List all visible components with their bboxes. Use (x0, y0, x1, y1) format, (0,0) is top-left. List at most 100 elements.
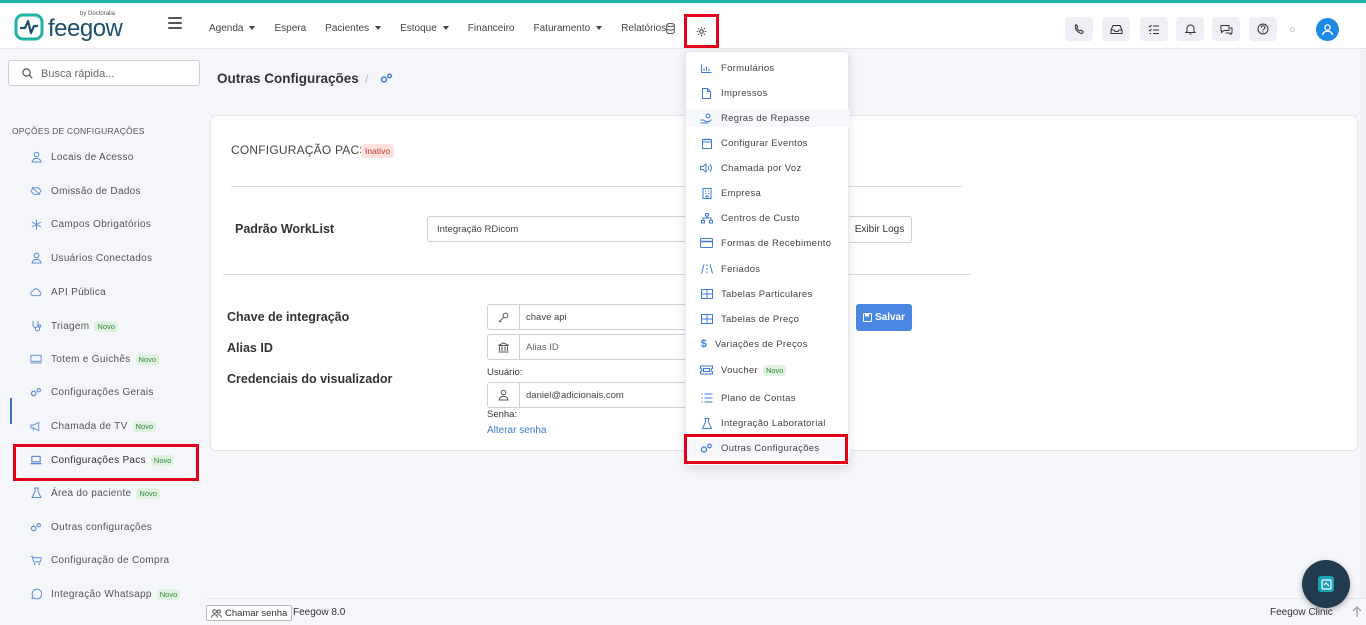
chat-button[interactable] (1212, 17, 1240, 41)
menu-item-centros-de-custo[interactable]: Centros de Custo (686, 209, 850, 227)
feegow-logo[interactable]: feegow by Doctoralia (14, 11, 124, 43)
nav-relatorios[interactable]: Relatórios (621, 21, 666, 35)
building-icon (700, 187, 713, 199)
nav-agenda[interactable]: Agenda (209, 21, 256, 35)
menu-item-feriados[interactable]: Feriados (686, 260, 850, 278)
menu-item-formas-de-recebimento[interactable]: Formas de Recebimento (686, 234, 850, 252)
settings-button[interactable] (684, 14, 719, 48)
search-input[interactable] (41, 65, 191, 82)
chamar-senha-button[interactable]: Chamar senha (206, 605, 293, 621)
usuario-value: daniel@adicionais.com (526, 389, 624, 401)
menu-item-voucher[interactable]: Voucher Novo (686, 361, 850, 379)
flask-icon (30, 487, 42, 499)
sidebar-item-integracao-whatsapp[interactable]: Integração Whatsapp Novo (30, 586, 181, 602)
menu-item-label: Impressos (721, 87, 768, 99)
nav-faturamento[interactable]: Faturamento (534, 21, 603, 35)
chave-field[interactable]: chave api (487, 304, 697, 330)
phone-icon (1074, 23, 1084, 35)
nav-financeiro[interactable]: Financeiro (468, 21, 515, 35)
avatar[interactable] (1316, 18, 1339, 41)
tasks-button[interactable] (1140, 17, 1168, 41)
menu-item-impressos[interactable]: Impressos (686, 84, 850, 102)
menu-item-variacoes-de-precos[interactable]: $ Variações de Preços (686, 335, 850, 353)
notifications-button[interactable] (1176, 17, 1204, 41)
sidebar-item-campos-obrigatorios[interactable]: Campos Obrigatórios (30, 216, 151, 232)
breadcrumb-separator: / (365, 72, 369, 86)
sidebar-item-label: Omissão de Dados (51, 185, 141, 197)
menu-item-label: Chamada por Voz (721, 162, 802, 174)
sidebar-item-area-do-paciente[interactable]: Área do paciente Novo (30, 485, 160, 501)
novo-badge: Novo (132, 420, 157, 432)
help-button[interactable] (1249, 17, 1277, 41)
settings-dropdown: Formulários Impressos Regras de Repasse … (685, 51, 850, 466)
menu-item-chamada-por-voz[interactable]: Chamada por Voz (686, 159, 850, 177)
sidebar-item-locais-de-acesso[interactable]: Locais de Acesso (30, 149, 134, 165)
asterisk-icon (30, 218, 42, 230)
phone-button[interactable] (1065, 17, 1093, 41)
menu-item-label: Tabelas Particulares (721, 288, 813, 300)
page-scrollbar[interactable] (1360, 50, 1366, 598)
sidebar-title: OPÇÕES DE CONFIGURAÇÕES (12, 126, 145, 136)
nav-estoque[interactable]: Estoque (400, 21, 449, 35)
caret-down-icon (442, 26, 449, 30)
bell-icon (1184, 24, 1196, 35)
menu-item-label: Empresa (721, 187, 762, 199)
menu-item-tabelas-particulares[interactable]: Tabelas Particulares (686, 285, 850, 303)
floppy-icon (862, 313, 872, 322)
senha-label: Senha: (487, 409, 518, 420)
sidebar-item-configuracao-de-compra[interactable]: Configuração de Compra (30, 552, 169, 568)
speaker-icon (700, 162, 713, 174)
menu-item-plano-de-contas[interactable]: Plano de Contas (686, 389, 850, 407)
sidebar-item-chamada-de-tv[interactable]: Chamada de TV Novo (30, 418, 157, 434)
nav-pacientes[interactable]: Pacientes (325, 21, 382, 35)
nav-label: Espera (274, 22, 307, 34)
sidebar-item-triagem[interactable]: Triagem Novo (30, 318, 118, 334)
gears-icon (30, 386, 42, 398)
chat-widget-button[interactable] (1302, 560, 1350, 608)
database-icon[interactable] (666, 23, 675, 34)
inbox-button[interactable] (1102, 17, 1130, 41)
sidebar-item-label: Configuração de Compra (51, 554, 170, 566)
save-button[interactable]: Salvar (856, 304, 912, 331)
card-title: CONFIGURAÇÃO PACS (231, 143, 368, 157)
list-icon (700, 392, 713, 404)
sidebar-item-label: Triagem (51, 320, 90, 332)
nav-label: Pacientes (325, 22, 370, 34)
app-version: Feegow 8.0 (293, 607, 346, 618)
menu-item-label: Formas de Recebimento (721, 237, 832, 249)
sidebar-item-label: Integração Whatsapp (51, 588, 152, 600)
menu-toggle-icon[interactable] (168, 17, 182, 31)
sidebar-item-outras-configuracoes[interactable]: Outras configurações (30, 519, 152, 535)
sidebar-item-label: Área do paciente (51, 487, 132, 499)
sidebar-item-omissao-de-dados[interactable]: Omissão de Dados (30, 183, 141, 199)
menu-item-regras-de-repasse[interactable]: Regras de Repasse (686, 109, 850, 127)
alias-value: Alias ID (526, 341, 559, 353)
menu-item-configurar-eventos[interactable]: Configurar Eventos (686, 134, 850, 152)
sidebar-item-label: Usuários Conectados (51, 252, 153, 264)
sidebar-item-label: Outras configurações (51, 521, 153, 533)
chave-label: Chave de integração (227, 310, 350, 324)
page-title: Outras Configurações (217, 71, 359, 86)
novo-badge: Novo (94, 320, 118, 332)
usuario-field[interactable]: daniel@adicionais.com (487, 382, 697, 408)
alterar-senha-link[interactable]: Alterar senha (487, 425, 546, 436)
eye-off-icon (30, 185, 42, 197)
menu-item-empresa[interactable]: Empresa (686, 184, 850, 202)
arrow-up-icon[interactable] (1352, 606, 1362, 618)
sidebar-item-totem-e-guiches[interactable]: Totem e Guichês Novo (30, 351, 160, 367)
menu-item-formularios[interactable]: Formulários (686, 59, 850, 77)
sidebar-item-usuarios-conectados[interactable]: Usuários Conectados (30, 250, 152, 266)
menu-item-tabelas-de-preco[interactable]: Tabelas de Preço (686, 310, 850, 328)
nav-espera[interactable]: Espera (274, 21, 306, 35)
brand-name: feegow (48, 15, 123, 42)
worklist-select[interactable]: Integração RDicom (427, 216, 695, 242)
exibir-logs-button[interactable]: Exibir Logs (847, 216, 912, 243)
footer: Chamar senha Feegow 8.0 Feegow Clinic (206, 598, 1366, 625)
inbox-icon (1110, 24, 1122, 34)
menu-item-integracao-laboratorial[interactable]: Integração Laboratorial (686, 414, 850, 432)
sidebar-item-configuracoes-gerais[interactable]: Configurações Gerais (30, 384, 154, 400)
alias-field[interactable]: Alias ID (487, 334, 697, 360)
sidebar-item-api-publica[interactable]: API Pública (30, 284, 106, 300)
quick-search[interactable] (8, 60, 200, 86)
menu-item-label: Regras de Repasse (721, 112, 811, 124)
